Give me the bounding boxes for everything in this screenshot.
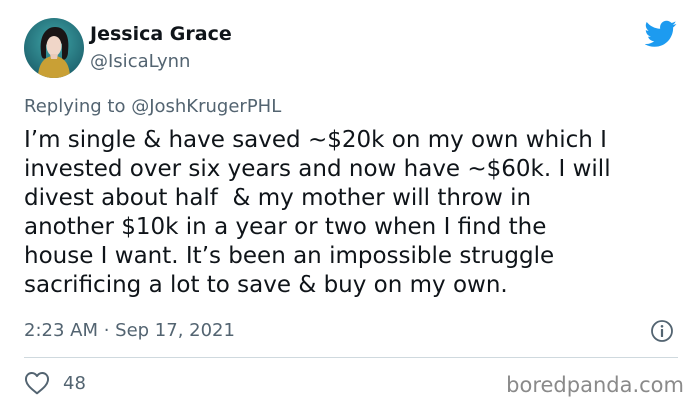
info-icon[interactable]	[650, 319, 674, 343]
divider	[24, 357, 678, 358]
like-button[interactable]: 48	[24, 370, 86, 396]
tweet-text: I’m single & have saved ~$20k on my own …	[24, 126, 694, 300]
tweet-text-line: I’m single & have saved ~$20k on my own …	[24, 127, 607, 153]
tweet-timestamp[interactable]: 2:23 AM · Sep 17, 2021	[24, 320, 235, 341]
tweet-text-line: divest about half & my mother will throw…	[24, 185, 532, 211]
avatar[interactable]	[24, 18, 84, 78]
replying-to: Replying to @JoshKrugerPHL	[24, 96, 281, 117]
heart-icon	[24, 372, 50, 395]
tweet-text-line: sacrificing a lot to save & buy on my ow…	[24, 272, 508, 298]
watermark: boredpanda.com	[506, 373, 684, 397]
tweet-text-line: invested over six years and now have ~$6…	[24, 156, 611, 182]
reply-mention-link[interactable]: @JoshKrugerPHL	[131, 96, 281, 117]
tweet-text-line: house I want. It’s been an impossible st…	[24, 243, 555, 269]
display-name[interactable]: Jessica Grace	[90, 23, 232, 45]
twitter-bird-icon[interactable]	[645, 20, 677, 48]
like-count: 48	[63, 372, 86, 394]
tweet-text-line: another $10k in a year or two when I fin…	[24, 214, 547, 240]
profile-photo-icon	[24, 18, 84, 78]
user-handle[interactable]: @IsicaLynn	[90, 51, 190, 72]
replying-to-label: Replying to	[24, 96, 132, 117]
